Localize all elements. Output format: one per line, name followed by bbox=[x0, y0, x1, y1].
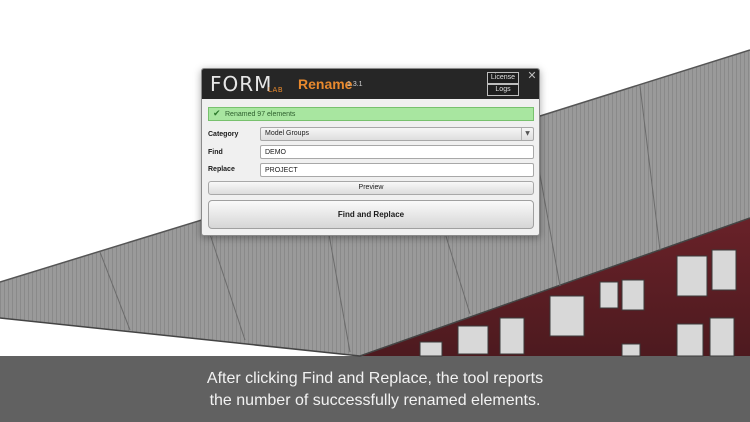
find-label: Find bbox=[208, 149, 223, 156]
license-button[interactable]: License bbox=[487, 72, 519, 84]
dialog-header: FORM LAB Rename 1.3.1 License Logs ✕ bbox=[202, 69, 539, 99]
formlab-logo-sub: LAB bbox=[268, 86, 284, 94]
caption-line-2: the number of successfully renamed eleme… bbox=[209, 392, 541, 409]
replace-input[interactable] bbox=[260, 163, 534, 177]
category-selected-value: Model Groups bbox=[265, 130, 309, 137]
find-input[interactable] bbox=[260, 145, 534, 159]
close-icon[interactable]: ✕ bbox=[526, 70, 538, 82]
find-and-replace-button[interactable]: Find and Replace bbox=[208, 200, 534, 229]
rename-dialog: FORM LAB Rename 1.3.1 License Logs ✕ ✔ R… bbox=[201, 68, 540, 236]
logs-button[interactable]: Logs bbox=[487, 84, 519, 96]
status-text: Renamed 97 elements bbox=[225, 111, 296, 118]
preview-button[interactable]: Preview bbox=[208, 181, 534, 195]
status-message: ✔ Renamed 97 elements bbox=[208, 107, 534, 121]
caption-band bbox=[0, 356, 750, 422]
caption-line-1: After clicking Find and Replace, the too… bbox=[206, 370, 544, 387]
formlab-logo: FORM bbox=[210, 72, 273, 96]
chevron-down-icon[interactable]: ▼ bbox=[521, 128, 533, 140]
replace-label: Replace bbox=[208, 166, 235, 173]
category-label: Category bbox=[208, 131, 239, 138]
check-icon: ✔ bbox=[213, 109, 221, 119]
category-dropdown[interactable]: Model Groups ▼ bbox=[260, 127, 534, 141]
app-title: Rename bbox=[298, 76, 353, 92]
app-version: 1.3.1 bbox=[347, 81, 363, 88]
